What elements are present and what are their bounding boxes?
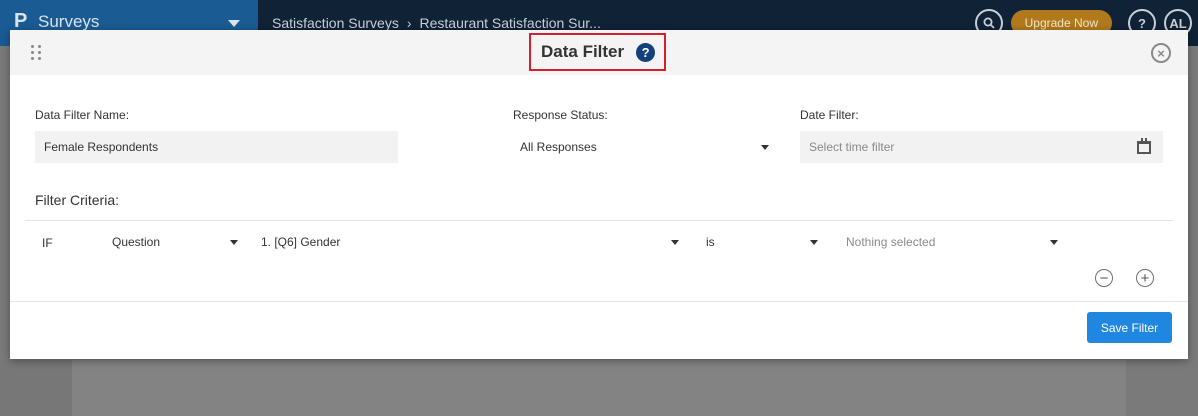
- drag-handle-icon[interactable]: [31, 45, 43, 61]
- background-panel: [72, 360, 1126, 416]
- filter-criteria-title: Filter Criteria:: [35, 192, 120, 208]
- breadcrumb-item[interactable]: Satisfaction Surveys: [272, 15, 399, 31]
- criteria-operator-value: is: [706, 235, 715, 249]
- criteria-question-select[interactable]: 1. [Q6] Gender: [261, 226, 681, 258]
- modal-header: Data Filter ? ×: [10, 30, 1188, 75]
- app-name: Surveys: [38, 12, 100, 31]
- response-status-value: All Responses: [520, 140, 597, 154]
- date-filter-input[interactable]: Select time filter: [800, 131, 1163, 163]
- criteria-value-placeholder: Nothing selected: [846, 235, 936, 249]
- date-filter-placeholder: Select time filter: [809, 140, 895, 154]
- chevron-down-icon: [810, 240, 818, 245]
- modal-title: Data Filter: [541, 42, 625, 61]
- chevron-down-icon: [761, 145, 769, 150]
- filter-name-value: Female Respondents: [44, 140, 159, 154]
- chevron-down-icon: [671, 240, 679, 245]
- chevron-right-icon: ›: [406, 15, 412, 31]
- remove-criteria-icon[interactable]: −: [1095, 269, 1113, 287]
- footer-divider: [10, 301, 1188, 302]
- criteria-connector: IF: [42, 236, 53, 250]
- criteria-value-select[interactable]: Nothing selected: [846, 226, 1061, 258]
- response-status-select[interactable]: All Responses: [520, 131, 775, 163]
- chevron-down-icon: [1050, 240, 1058, 245]
- criteria-operator-select[interactable]: is: [706, 226, 821, 258]
- filter-name-input[interactable]: Female Respondents: [35, 131, 398, 163]
- calendar-icon[interactable]: [1137, 138, 1151, 154]
- divider: [25, 220, 1173, 221]
- background-sidebar: [0, 360, 72, 416]
- help-icon[interactable]: ?: [636, 42, 656, 62]
- add-criteria-icon[interactable]: +: [1136, 269, 1154, 287]
- chevron-down-icon: [228, 20, 240, 27]
- criteria-type-select[interactable]: Question: [112, 226, 242, 258]
- breadcrumb: Satisfaction Surveys › Restaurant Satisfac…: [272, 15, 601, 31]
- save-filter-button[interactable]: Save Filter: [1087, 312, 1172, 343]
- criteria-question-value: 1. [Q6] Gender: [261, 235, 341, 249]
- breadcrumb-item[interactable]: Restaurant Satisfaction Sur...: [420, 15, 601, 31]
- response-status-label: Response Status:: [513, 108, 608, 122]
- chevron-down-icon: [230, 240, 238, 245]
- data-filter-modal: Data Filter ? × Data Filter Name: Female…: [10, 30, 1188, 359]
- filter-name-label: Data Filter Name:: [35, 108, 130, 122]
- modal-title-highlight: Data Filter ?: [529, 33, 666, 71]
- date-filter-label: Date Filter:: [800, 108, 859, 122]
- criteria-type-value: Question: [112, 235, 161, 249]
- close-icon[interactable]: ×: [1151, 43, 1171, 63]
